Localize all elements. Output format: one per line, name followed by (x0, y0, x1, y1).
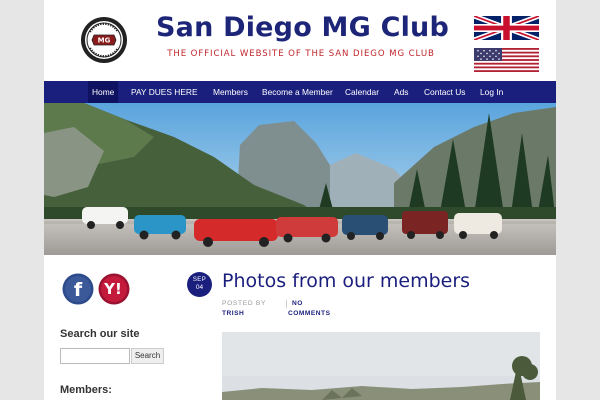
uk-flag-icon[interactable] (474, 16, 539, 40)
page: MG San Diego MG Club THE OFFICIAL WEBSIT… (44, 0, 556, 400)
facebook-icon[interactable]: f (62, 273, 94, 305)
comments-count-line1[interactable]: NO (292, 300, 303, 307)
nav-home[interactable]: Home (88, 81, 119, 103)
comments-count-line2[interactable]: COMMENTS (288, 310, 330, 317)
site-header: MG San Diego MG Club THE OFFICIAL WEBSIT… (44, 0, 556, 80)
post-photo[interactable] (222, 332, 540, 400)
nav-calendar[interactable]: Calendar (345, 81, 379, 103)
members-heading: Members: (60, 384, 112, 396)
post-date-badge: SEP 04 (187, 272, 212, 297)
svg-text:Y!: Y! (103, 280, 122, 298)
mg-club-badge-icon[interactable]: MG (80, 16, 128, 64)
search-input[interactable] (60, 348, 130, 364)
nav-become-member[interactable]: Become a Member (262, 81, 333, 103)
meta-divider (286, 300, 287, 308)
svg-text:f: f (74, 279, 83, 301)
search-button[interactable]: Search (131, 348, 164, 364)
svg-text:MG: MG (98, 37, 111, 45)
us-flag-icon[interactable] (474, 48, 539, 72)
post-date-month: SEP (192, 277, 207, 283)
yosemite-mg-lineup-photo (44, 103, 556, 255)
posted-by-label: POSTED BY (222, 300, 267, 307)
site-title[interactable]: San Diego MG Club (156, 12, 449, 43)
nav-pay-dues[interactable]: PAY DUES HERE (131, 81, 198, 103)
nav-log-in[interactable]: Log In (480, 81, 503, 103)
main-nav: Home PAY DUES HERE Members Become a Memb… (44, 81, 556, 103)
site-tagline: THE OFFICIAL WEBSITE OF THE SAN DIEGO MG… (167, 49, 435, 59)
nav-members[interactable]: Members (213, 81, 248, 103)
nav-ads[interactable]: Ads (394, 81, 408, 103)
yahoo-groups-icon[interactable]: Y! (98, 273, 130, 305)
post-author-link[interactable]: TRISH (222, 310, 244, 317)
nav-contact-us[interactable]: Contact Us (424, 81, 465, 103)
post-date-day: 04 (195, 284, 204, 291)
post-title[interactable]: Photos from our members (222, 270, 470, 292)
search-heading: Search our site (60, 328, 140, 340)
